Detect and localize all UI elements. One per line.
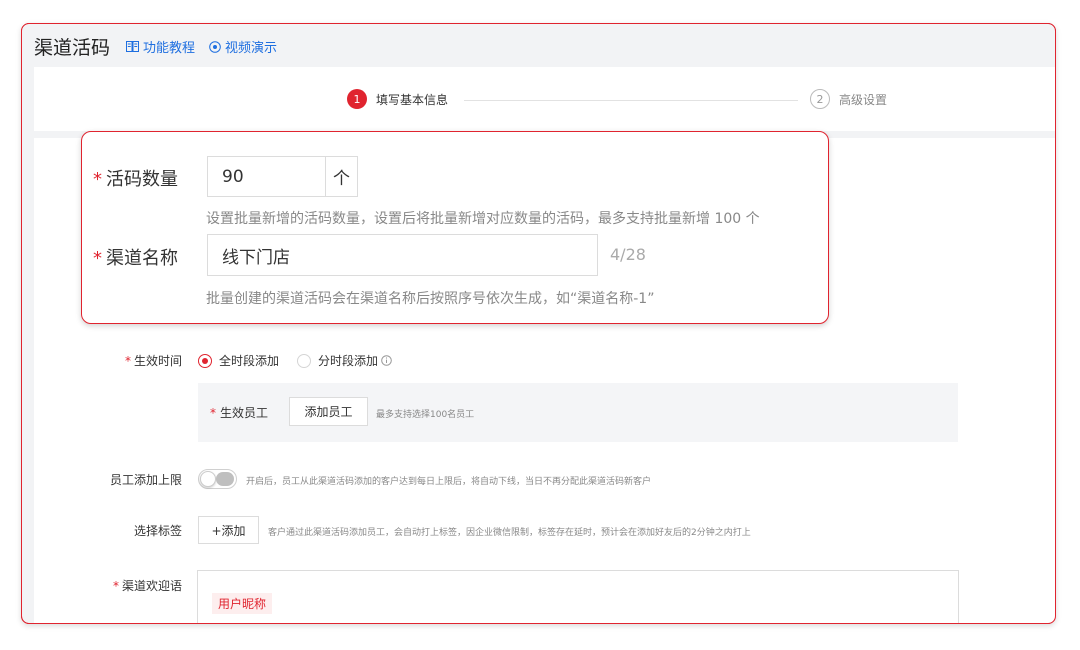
- steps-bar: 1 填写基本信息 2 高级设置: [34, 67, 1056, 131]
- nickname-chip[interactable]: 用户昵称: [212, 593, 273, 614]
- welcome-textarea[interactable]: 用户昵称: [197, 570, 959, 623]
- radio-partial-time-label: 分时段添加: [318, 354, 379, 368]
- required-star: *: [93, 169, 102, 190]
- step-2-label: 高级设置: [839, 92, 888, 107]
- highlight-card: * 活码数量 90 个 设置批量新增的活码数量，设置后将批量新增对应数量的活码，最…: [81, 131, 829, 324]
- header-bar: 渠道活码 功能教程 视频演示: [22, 24, 1055, 69]
- staff-hint: 最多支持选择100名员工: [376, 410, 475, 420]
- radio-dot: [198, 353, 212, 368]
- limit-label: 员工添加上限: [109, 473, 182, 487]
- tutorial-link[interactable]: 功能教程: [126, 37, 195, 56]
- channel-name-label: * 渠道名称: [93, 248, 178, 269]
- staff-box: * 生效员工 添加员工 最多支持选择100名员工: [198, 383, 958, 442]
- radio-dot: [297, 353, 311, 368]
- limit-hint: 开启后，员工从此渠道活码添加的客户达到每日上限后，将自动下线，当日不再分配此渠道…: [246, 477, 652, 487]
- channel-name-input[interactable]: 线下门店: [207, 234, 598, 276]
- tags-label: 选择标签: [133, 524, 182, 538]
- add-staff-button[interactable]: 添加员工: [289, 397, 368, 426]
- channel-name-count: 4/28: [610, 245, 646, 264]
- step-connector: [464, 100, 798, 101]
- add-tag-button[interactable]: +添加: [198, 516, 259, 544]
- video-label: 视频演示: [225, 41, 278, 56]
- play-circle-icon: [209, 40, 221, 53]
- quantity-hint: 设置批量新增的活码数量，设置后将批量新增对应数量的活码，最多支持批量新增 100…: [206, 211, 760, 227]
- step-2[interactable]: 2 高级设置: [810, 89, 887, 109]
- quantity-label: * 活码数量: [93, 169, 178, 190]
- toggle-knob: [200, 471, 216, 487]
- step-1-label: 填写基本信息: [376, 92, 449, 107]
- staff-label: * 生效员工: [210, 406, 269, 420]
- tags-hint: 客户通过此渠道活码添加员工，会自动打上标签，因企业微信限制，标签存在延时，预计会…: [268, 528, 751, 538]
- radio-partial-time[interactable]: 分时段添加: [297, 352, 392, 369]
- channel-name-hint: 批量创建的渠道活码会在渠道名称后按照序号依次生成，如“渠道名称-1”: [206, 291, 655, 307]
- welcome-label: * 渠道欢迎语: [112, 579, 182, 593]
- radio-all-time-label: 全时段添加: [219, 354, 280, 368]
- required-star: *: [93, 248, 102, 269]
- quantity-unit: 个: [325, 156, 358, 197]
- radio-all-time[interactable]: 全时段添加: [198, 352, 279, 369]
- step-2-number: 2: [810, 89, 830, 109]
- limit-toggle[interactable]: [198, 469, 237, 489]
- info-icon[interactable]: [381, 355, 392, 366]
- video-link[interactable]: 视频演示: [209, 37, 277, 56]
- effective-time-label: * 生效时间: [124, 354, 182, 368]
- page-title: 渠道活码: [34, 37, 111, 59]
- tutorial-label: 功能教程: [143, 41, 196, 56]
- step-1: 1 填写基本信息: [347, 89, 448, 109]
- book-icon: [126, 41, 140, 52]
- step-1-number: 1: [347, 89, 367, 109]
- quantity-input[interactable]: 90: [207, 156, 325, 197]
